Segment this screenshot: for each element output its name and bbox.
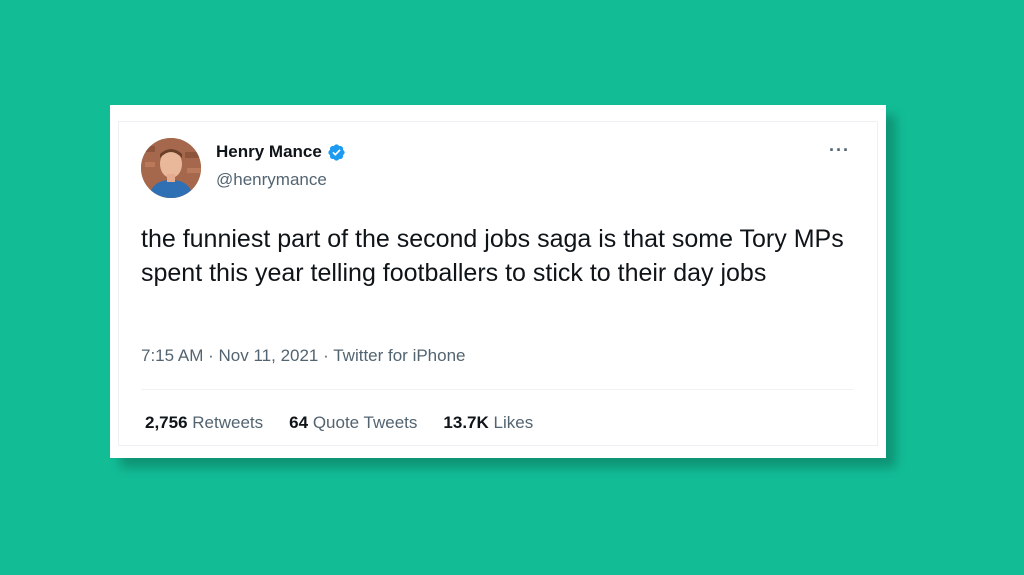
tweet-card: Henry Mance @henrymance ··· the funniest… <box>110 105 886 458</box>
retweets-count: 2,756 <box>145 413 188 432</box>
quote-tweets-stat[interactable]: 64 Quote Tweets <box>289 413 417 433</box>
retweets-stat[interactable]: 2,756 Retweets <box>145 413 263 433</box>
avatar-photo <box>141 138 201 198</box>
display-name[interactable]: Henry Mance <box>216 142 322 162</box>
tweet-text: the funniest part of the second jobs sag… <box>141 225 844 287</box>
tweet-meta: 7:15 AM · Nov 11, 2021 · Twitter for iPh… <box>141 346 466 366</box>
retweets-label: Retweets <box>192 413 264 432</box>
divider <box>141 389 853 390</box>
likes-count: 13.7K <box>443 413 489 432</box>
tweet-time[interactable]: 7:15 AM <box>141 346 203 365</box>
more-options-icon[interactable]: ··· <box>829 141 850 159</box>
tweet-source[interactable]: Twitter for iPhone <box>333 346 465 365</box>
name-row: Henry Mance <box>216 142 346 162</box>
quote-tweets-label: Quote Tweets <box>312 413 418 432</box>
meta-separator: · <box>208 346 214 365</box>
verified-badge-icon <box>327 143 346 162</box>
likes-stat[interactable]: 13.7K Likes <box>443 413 533 433</box>
tweet-date[interactable]: Nov 11, 2021 <box>219 346 319 365</box>
likes-label: Likes <box>493 413 534 432</box>
avatar[interactable] <box>141 138 201 198</box>
quote-tweets-count: 64 <box>289 413 309 432</box>
meta-separator: · <box>323 346 329 365</box>
user-handle[interactable]: @henrymance <box>216 170 327 190</box>
engagement-stats: 2,756 Retweets 64 Quote Tweets 13.7K Lik… <box>145 413 533 433</box>
